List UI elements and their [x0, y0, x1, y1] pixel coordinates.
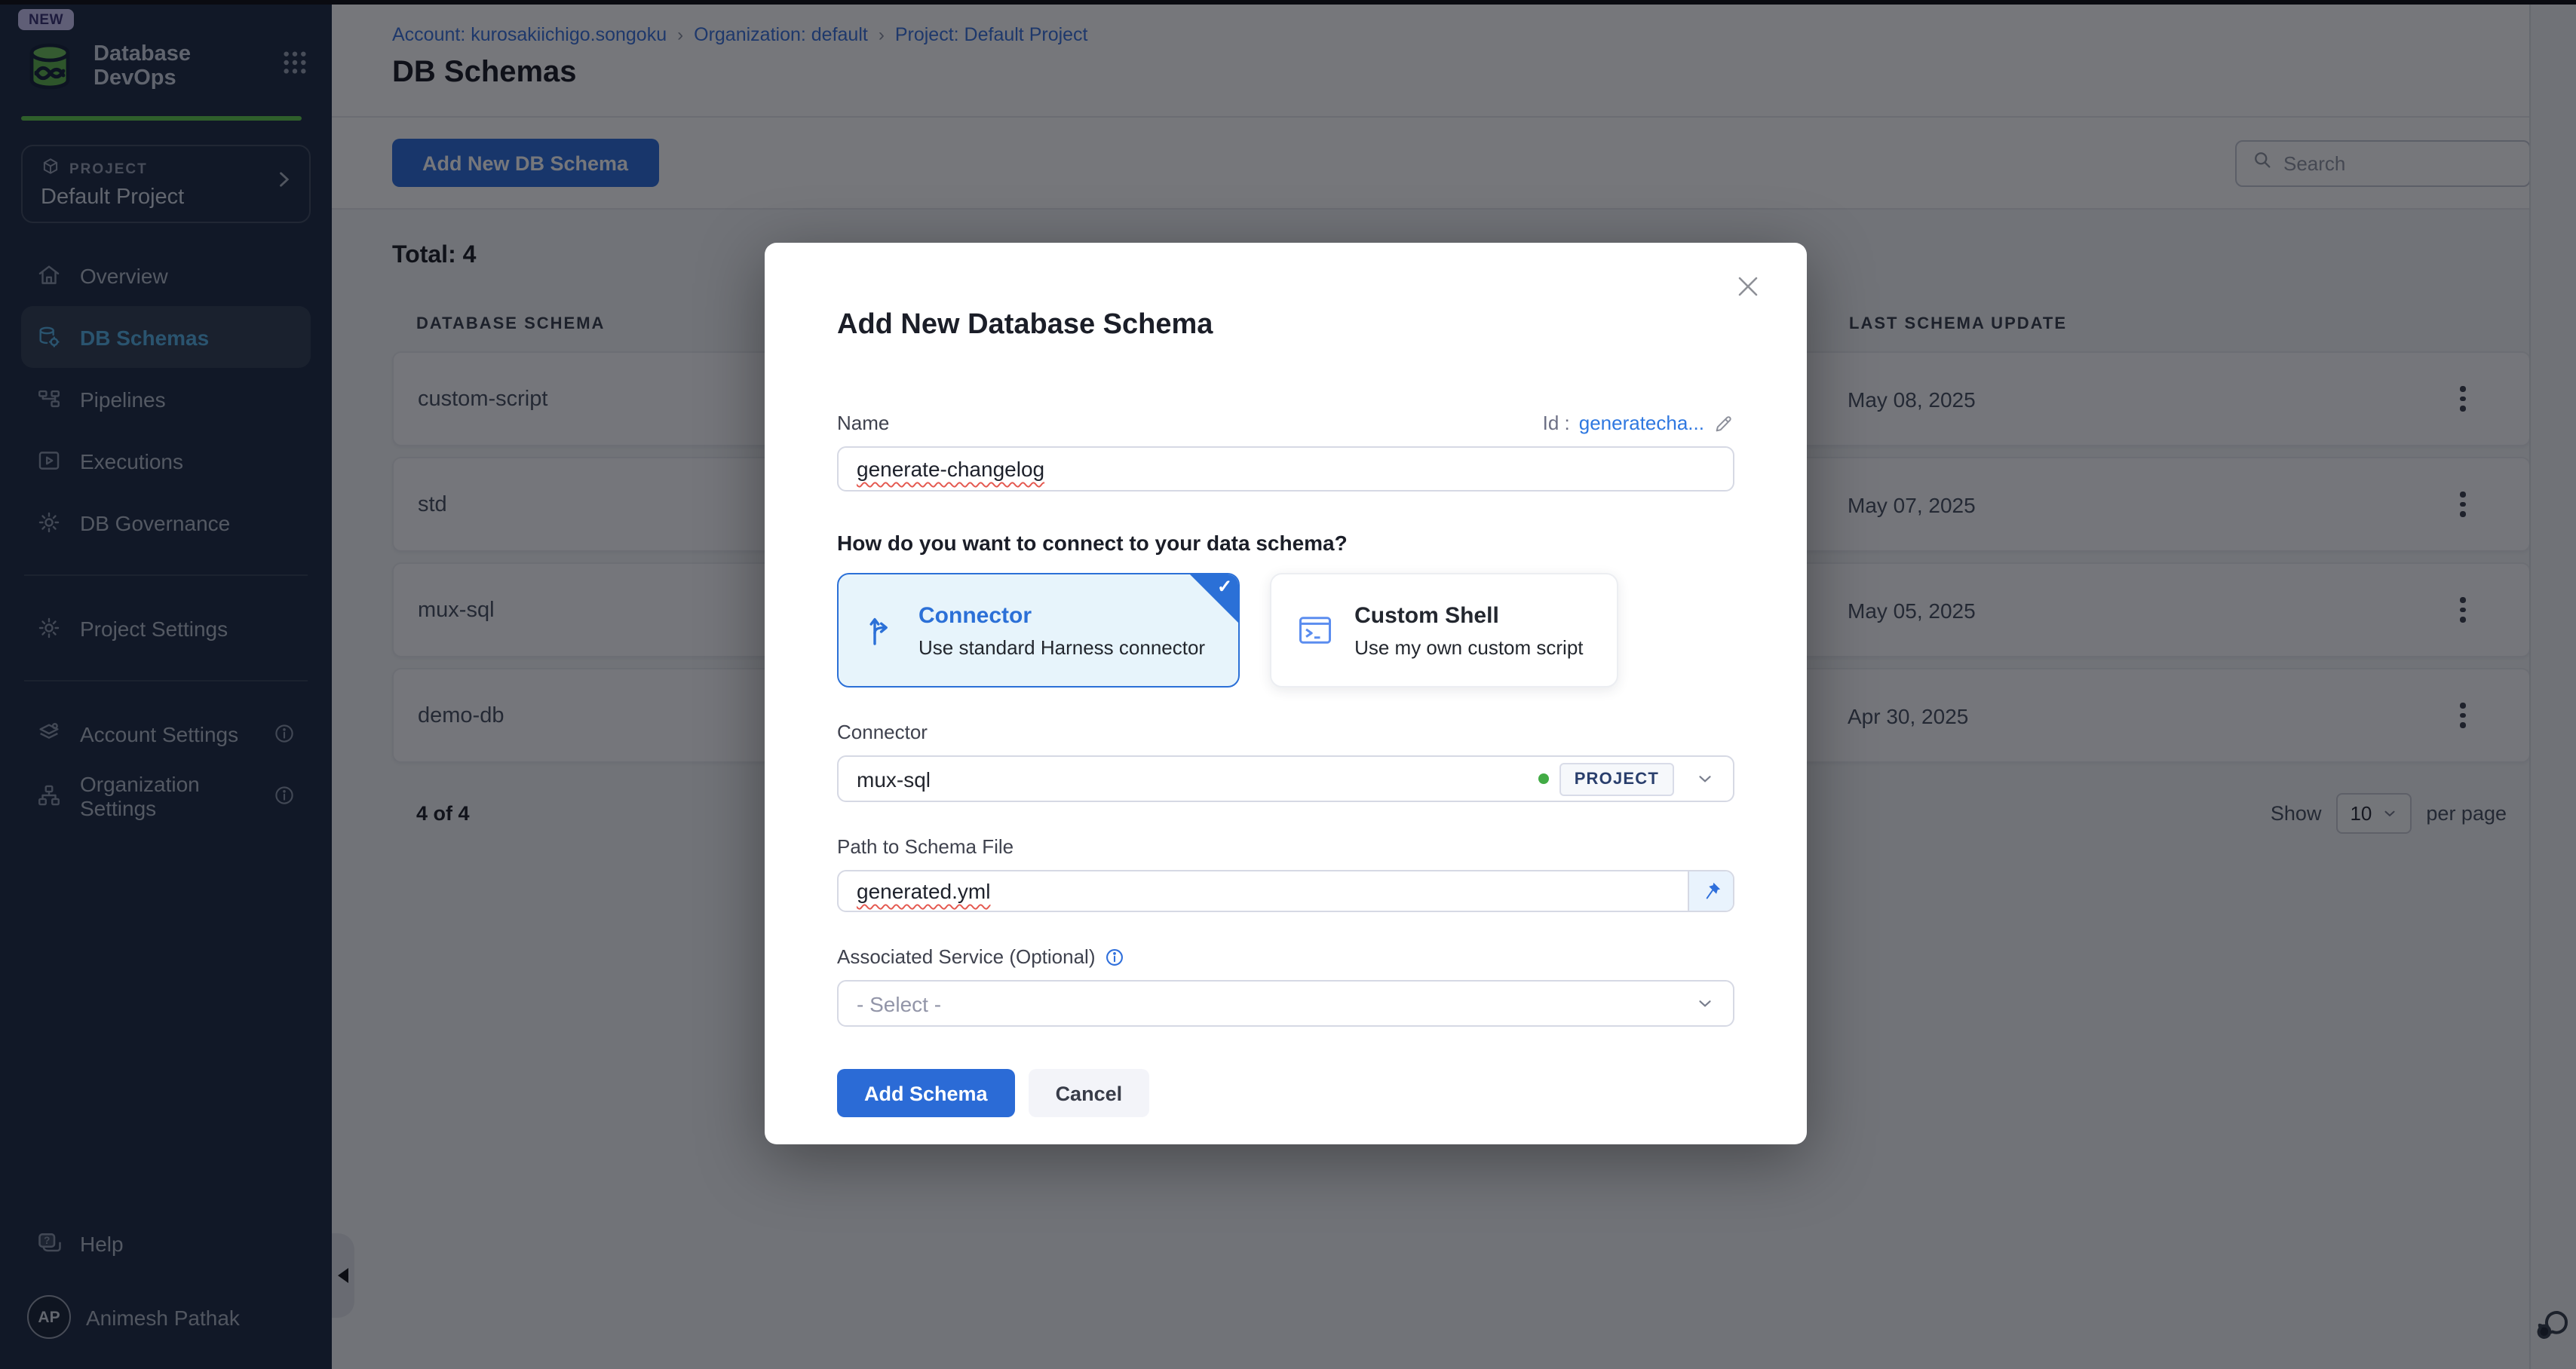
chevron-down-icon	[1695, 994, 1715, 1013]
info-circle-icon[interactable]	[1105, 946, 1126, 967]
edit-pencil-icon[interactable]	[1713, 412, 1734, 433]
option-title: Connector	[918, 602, 1205, 628]
service-select[interactable]: - Select -	[837, 980, 1734, 1027]
connection-options: Connector Use standard Harness connector…	[837, 573, 1734, 688]
name-label: Name	[837, 412, 889, 434]
add-schema-button[interactable]: Add Schema	[837, 1069, 1015, 1117]
name-input-value: generate-changelog	[857, 457, 1044, 481]
connector-scope-badge: PROJECT	[1559, 762, 1674, 795]
screen: NEW Database DevOps PROJECT Default Proj…	[0, 0, 2576, 1369]
option-card-connector[interactable]: Connector Use standard Harness connector…	[837, 573, 1240, 688]
connect-question: How do you want to connect to your data …	[837, 531, 1734, 555]
service-label: Associated Service (Optional)	[837, 945, 1096, 968]
connector-label: Connector	[837, 721, 1734, 743]
pin-icon[interactable]	[1688, 871, 1733, 911]
option-subtitle: Use standard Harness connector	[918, 635, 1205, 658]
path-input-value: generated.yml	[857, 879, 990, 903]
chevron-down-icon	[1695, 769, 1715, 789]
option-title: Custom Shell	[1354, 602, 1583, 628]
name-input[interactable]: generate-changelog	[837, 446, 1734, 492]
connector-value: mux-sql	[857, 767, 931, 791]
terminal-icon	[1296, 611, 1335, 650]
id-group: Id : generatecha...	[1543, 412, 1734, 434]
connector-status-dot	[1538, 773, 1549, 784]
path-input[interactable]: generated.yml	[837, 870, 1734, 912]
id-value-link[interactable]: generatecha...	[1579, 412, 1704, 434]
modal-title: Add New Database Schema	[837, 309, 1734, 342]
connector-fork-icon	[863, 612, 899, 648]
option-subtitle: Use my own custom script	[1354, 635, 1583, 658]
connector-select[interactable]: mux-sql PROJECT	[837, 755, 1734, 802]
cancel-button[interactable]: Cancel	[1029, 1069, 1150, 1117]
add-db-schema-modal: Add New Database Schema Name Id : genera…	[765, 243, 1807, 1144]
close-icon[interactable]	[1725, 264, 1771, 317]
path-label: Path to Schema File	[837, 835, 1734, 858]
option-card-custom-shell[interactable]: Custom Shell Use my own custom script	[1270, 573, 1618, 688]
check-icon: ✓	[1217, 576, 1232, 597]
id-prefix: Id :	[1543, 412, 1570, 434]
service-placeholder: - Select -	[857, 991, 941, 1015]
